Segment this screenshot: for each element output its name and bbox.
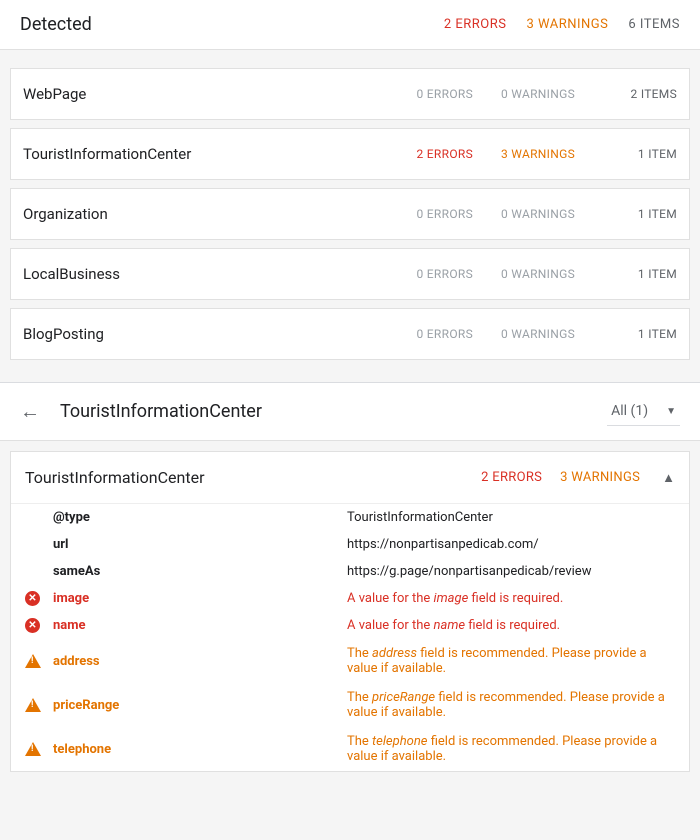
type-card-warnings: 3 WARNINGS <box>493 147 575 161</box>
type-card-errors: 0 ERRORS <box>391 207 473 221</box>
property-name: address <box>47 654 347 669</box>
property-value: The telephone field is recommended. Plea… <box>347 734 675 764</box>
warning-icon <box>25 742 41 756</box>
property-row: telephoneThe telephone field is recommen… <box>11 727 689 771</box>
type-card-errors: 0 ERRORS <box>391 87 473 101</box>
summary-title: Detected <box>20 14 424 35</box>
detail-card: TouristInformationCenter 2 ERRORS 3 WARN… <box>10 451 690 772</box>
property-icon-slot <box>25 742 47 756</box>
property-value: The priceRange field is recommended. Ple… <box>347 690 675 720</box>
property-icon-slot <box>25 698 47 712</box>
type-card-title: Organization <box>23 205 371 223</box>
type-card[interactable]: LocalBusiness 0 ERRORS 0 WARNINGS 1 ITEM <box>10 248 690 300</box>
warning-icon <box>25 654 41 668</box>
summary-items: 6 ITEMS <box>628 17 680 32</box>
detail-card-header[interactable]: TouristInformationCenter 2 ERRORS 3 WARN… <box>11 452 689 504</box>
property-icon-slot: ✕ <box>25 618 47 633</box>
detail-body: TouristInformationCenter 2 ERRORS 3 WARN… <box>0 441 700 782</box>
property-row: sameAshttps://g.page/nonpartisanpedicab/… <box>11 558 689 585</box>
detail-header: ← TouristInformationCenter All (1) ▼ <box>0 382 700 441</box>
property-name: telephone <box>47 742 347 757</box>
properties-list: @typeTouristInformationCenterurlhttps://… <box>11 504 689 771</box>
property-value: TouristInformationCenter <box>347 510 675 525</box>
type-card[interactable]: WebPage 0 ERRORS 0 WARNINGS 2 ITEMS <box>10 68 690 120</box>
property-name: sameAs <box>47 564 347 579</box>
type-card-warnings: 0 WARNINGS <box>493 327 575 341</box>
detail-title: TouristInformationCenter <box>60 401 607 422</box>
error-icon: ✕ <box>25 591 40 606</box>
type-card[interactable]: Organization 0 ERRORS 0 WARNINGS 1 ITEM <box>10 188 690 240</box>
type-card-warnings: 0 WARNINGS <box>493 207 575 221</box>
type-card-title: WebPage <box>23 85 371 103</box>
property-name: @type <box>47 510 347 525</box>
type-card-errors: 2 ERRORS <box>391 147 473 161</box>
type-card-title: LocalBusiness <box>23 265 371 283</box>
detail-card-errors: 2 ERRORS <box>481 470 542 485</box>
property-row: addressThe address field is recommended.… <box>11 639 689 683</box>
property-value: The address field is recommended. Please… <box>347 646 675 676</box>
property-row: priceRangeThe priceRange field is recomm… <box>11 683 689 727</box>
back-arrow-icon[interactable]: ← <box>20 399 40 424</box>
type-card-errors: 0 ERRORS <box>391 327 473 341</box>
summary-header: Detected 2 ERRORS 3 WARNINGS 6 ITEMS <box>0 0 700 50</box>
chevron-up-icon: ▲ <box>662 470 675 486</box>
detail-card-title: TouristInformationCenter <box>25 468 463 487</box>
property-value: https://nonpartisanpedicab.com/ <box>347 537 675 552</box>
property-value: https://g.page/nonpartisanpedicab/review <box>347 564 675 579</box>
type-card[interactable]: TouristInformationCenter 2 ERRORS 3 WARNIN… <box>10 128 690 180</box>
property-name: url <box>47 537 347 552</box>
type-card-warnings: 0 WARNINGS <box>493 267 575 281</box>
error-icon: ✕ <box>25 618 40 633</box>
chevron-down-icon: ▼ <box>666 406 676 417</box>
type-card-items: 1 ITEM <box>595 207 677 221</box>
property-value: A value for the name field is required. <box>347 618 675 633</box>
type-card-items: 2 ITEMS <box>595 87 677 101</box>
property-row: ✕ nameA value for the name field is requi… <box>11 612 689 639</box>
filter-dropdown[interactable]: All (1) ▼ <box>607 397 680 426</box>
type-card-warnings: 0 WARNINGS <box>493 87 575 101</box>
type-card-items: 1 ITEM <box>595 267 677 281</box>
property-name: image <box>47 591 347 606</box>
property-row: urlhttps://nonpartisanpedicab.com/ <box>11 531 689 558</box>
type-card-items: 1 ITEM <box>595 147 677 161</box>
property-icon-slot: ✕ <box>25 591 47 606</box>
property-value: A value for the image field is required. <box>347 591 675 606</box>
summary-warnings: 3 WARNINGS <box>526 17 608 32</box>
filter-label: All (1) <box>611 403 648 419</box>
warning-icon <box>25 698 41 712</box>
property-name: priceRange <box>47 698 347 713</box>
type-card-errors: 0 ERRORS <box>391 267 473 281</box>
summary-errors: 2 ERRORS <box>444 17 507 32</box>
property-name: name <box>47 618 347 633</box>
property-row: @typeTouristInformationCenter <box>11 504 689 531</box>
type-card-title: TouristInformationCenter <box>23 145 371 163</box>
detail-card-warnings: 3 WARNINGS <box>560 470 640 485</box>
type-cards-list: WebPage 0 ERRORS 0 WARNINGS 2 ITEMS TouristI… <box>0 50 700 378</box>
type-card-title: BlogPosting <box>23 325 371 343</box>
property-row: ✕ imageA value for the image field is req… <box>11 585 689 612</box>
type-card[interactable]: BlogPosting 0 ERRORS 0 WARNINGS 1 ITEM <box>10 308 690 360</box>
type-card-items: 1 ITEM <box>595 327 677 341</box>
property-icon-slot <box>25 654 47 668</box>
